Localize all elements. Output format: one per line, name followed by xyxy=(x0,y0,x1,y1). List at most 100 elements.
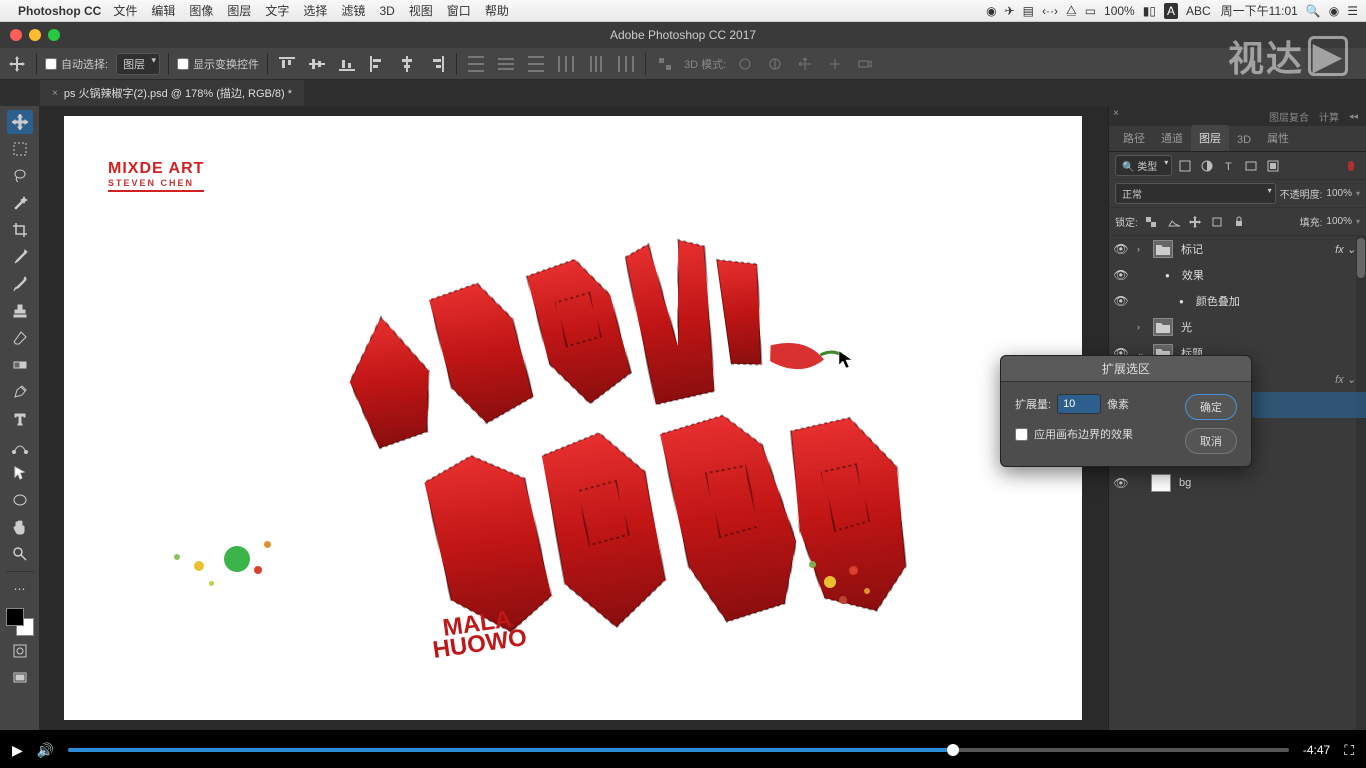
auto-select-checkbox[interactable]: 自动选择: xyxy=(45,56,108,72)
play-button[interactable]: ▶ xyxy=(12,742,23,759)
type-tool[interactable] xyxy=(7,407,33,431)
path-tool[interactable] xyxy=(7,434,33,458)
color-swatches[interactable] xyxy=(6,608,34,636)
layer-row[interactable]: 👁bg xyxy=(1109,470,1366,496)
pen-tool[interactable] xyxy=(7,380,33,404)
align-vcenter-icon[interactable] xyxy=(306,53,328,75)
stamp-tool[interactable] xyxy=(7,299,33,323)
blend-mode-dropdown[interactable]: 正常 xyxy=(1115,183,1276,204)
filter-adjust-icon[interactable] xyxy=(1198,157,1216,175)
menu-window[interactable]: 窗口 xyxy=(447,2,471,19)
brush-tool[interactable] xyxy=(7,272,33,296)
opacity-dropdown-icon[interactable]: ▾ xyxy=(1356,189,1360,198)
layer-filter-dropdown[interactable]: 🔍 类型 xyxy=(1115,155,1172,176)
fill-dropdown-icon[interactable]: ▾ xyxy=(1356,217,1360,226)
menu-view[interactable]: 视图 xyxy=(409,2,433,19)
status-wifi-icon[interactable]: ⧋ xyxy=(1066,3,1077,18)
quickmask-icon[interactable] xyxy=(7,639,33,663)
distribute-bottom-icon[interactable] xyxy=(525,53,547,75)
crop-tool[interactable] xyxy=(7,218,33,242)
fullscreen-icon[interactable]: ⛶ xyxy=(1344,742,1354,759)
3d-camera-icon[interactable] xyxy=(854,53,876,75)
align-hcenter-icon[interactable] xyxy=(396,53,418,75)
zoom-tool[interactable] xyxy=(7,542,33,566)
menu-select[interactable]: 选择 xyxy=(303,2,327,19)
close-tab-icon[interactable]: × xyxy=(52,88,58,99)
lock-all-icon[interactable] xyxy=(1230,213,1248,231)
magic-wand-tool[interactable] xyxy=(7,191,33,215)
layer-row[interactable]: 👁●颜色叠加 xyxy=(1109,288,1366,314)
3d-roll-icon[interactable] xyxy=(764,53,786,75)
direct-select-tool[interactable] xyxy=(7,461,33,485)
layer-expand-icon[interactable]: › xyxy=(1137,244,1149,254)
filter-toggle-icon[interactable] xyxy=(1342,157,1360,175)
lock-image-icon[interactable] xyxy=(1164,213,1182,231)
align-left-icon[interactable] xyxy=(366,53,388,75)
menu-image[interactable]: 图像 xyxy=(189,2,213,19)
expand-amount-input[interactable] xyxy=(1057,394,1101,414)
hand-tool[interactable] xyxy=(7,515,33,539)
gradient-tool[interactable] xyxy=(7,353,33,377)
menu-3d[interactable]: 3D xyxy=(379,4,394,18)
filter-pixel-icon[interactable] xyxy=(1176,157,1194,175)
tab-channels[interactable]: 通道 xyxy=(1153,125,1191,151)
edit-toolbar-icon[interactable]: ⋯ xyxy=(7,577,33,601)
cancel-button[interactable]: 取消 xyxy=(1185,428,1237,454)
align-bottom-icon[interactable] xyxy=(336,53,358,75)
menu-help[interactable]: 帮助 xyxy=(485,2,509,19)
show-transform-checkbox[interactable]: 显示变换控件 xyxy=(177,56,259,72)
menubar-clock[interactable]: 周一下午11:01 xyxy=(1221,2,1298,19)
auto-select-dropdown[interactable]: 图层 xyxy=(116,53,160,75)
apply-canvas-bounds-checkbox[interactable]: 应用画布边界的效果 xyxy=(1015,426,1175,442)
layer-visibility-icon[interactable]: 👁 xyxy=(1113,268,1129,282)
lock-position-icon[interactable] xyxy=(1186,213,1204,231)
tab-paths[interactable]: 路径 xyxy=(1115,125,1153,151)
tab-layers[interactable]: 图层 xyxy=(1191,125,1229,151)
status-battery[interactable]: 100% xyxy=(1104,4,1135,18)
eyedropper-tool[interactable] xyxy=(7,245,33,269)
filter-shape-icon[interactable] xyxy=(1242,157,1260,175)
move-tool-indicator-icon[interactable] xyxy=(6,53,28,75)
menu-filter[interactable]: 滤镜 xyxy=(341,2,365,19)
status-display-icon[interactable]: ▤ xyxy=(1023,4,1034,18)
canvas-area[interactable]: MIXDE ART STEVEN CHEN xyxy=(40,106,1108,730)
distribute-top-icon[interactable] xyxy=(465,53,487,75)
app-name[interactable]: Photoshop CC xyxy=(18,4,101,18)
status-paperplane-icon[interactable]: ✈ xyxy=(1005,4,1015,18)
document-tab[interactable]: × ps 火锅辣椒字(2).psd @ 178% (描边, RGB/8) * xyxy=(40,80,304,106)
opacity-value[interactable]: 100% xyxy=(1326,188,1352,199)
lock-artboard-icon[interactable] xyxy=(1208,213,1226,231)
status-input-label[interactable]: ABC xyxy=(1186,4,1211,18)
distribute-hcenter-icon[interactable] xyxy=(585,53,607,75)
status-wechat-icon[interactable]: ◉ xyxy=(986,4,996,18)
status-menu-icon[interactable]: ☰ xyxy=(1347,4,1358,18)
mini-tab-layercomps[interactable]: 图层复合 xyxy=(1269,109,1309,124)
distribute-vcenter-icon[interactable] xyxy=(495,53,517,75)
distribute-left-icon[interactable] xyxy=(555,53,577,75)
layer-row[interactable]: ›光 xyxy=(1109,314,1366,340)
status-siri-icon[interactable]: ◉ xyxy=(1329,4,1339,18)
foreground-color-swatch[interactable] xyxy=(6,608,24,626)
close-window-icon[interactable] xyxy=(10,29,22,41)
maximize-window-icon[interactable] xyxy=(48,29,60,41)
mini-tab-calc[interactable]: 计算 xyxy=(1319,109,1339,124)
minimize-window-icon[interactable] xyxy=(29,29,41,41)
tab-properties[interactable]: 属性 xyxy=(1259,125,1297,151)
menu-file[interactable]: 文件 xyxy=(113,2,137,19)
lasso-tool[interactable] xyxy=(7,164,33,188)
3d-orbit-icon[interactable] xyxy=(734,53,756,75)
move-tool[interactable] xyxy=(7,110,33,134)
panel-close-icon[interactable]: × xyxy=(1113,108,1119,119)
layer-row[interactable]: 👁●效果 xyxy=(1109,262,1366,288)
status-battery-icon[interactable]: ▮▯ xyxy=(1143,4,1156,18)
menu-edit[interactable]: 编辑 xyxy=(151,2,175,19)
status-input-icon[interactable]: A xyxy=(1164,3,1178,19)
lock-transparent-icon[interactable] xyxy=(1142,213,1160,231)
menu-type[interactable]: 文字 xyxy=(265,2,289,19)
tab-3d[interactable]: 3D xyxy=(1229,129,1259,151)
marquee-tool[interactable] xyxy=(7,137,33,161)
screenmode-icon[interactable] xyxy=(7,666,33,690)
layer-fx-icon[interactable]: fx ⌄ xyxy=(1335,373,1362,386)
layer-visibility-icon[interactable]: 👁 xyxy=(1113,242,1129,256)
auto-align-icon[interactable] xyxy=(654,53,676,75)
